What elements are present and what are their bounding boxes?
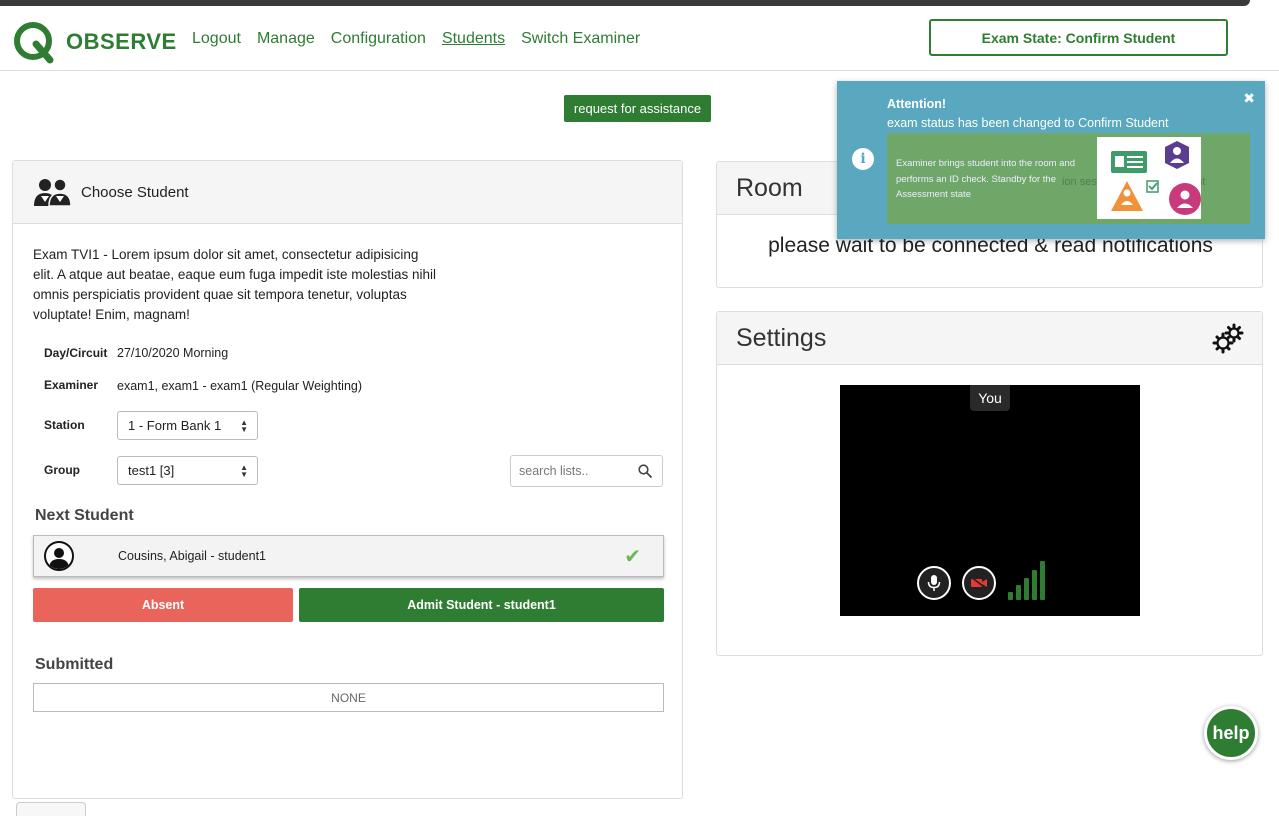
check-icon: ✔ xyxy=(624,546,641,568)
logo-q-icon xyxy=(12,20,56,64)
signal-strength-icon xyxy=(1008,560,1045,600)
camera-off-icon xyxy=(970,576,988,590)
search-placeholder: search lists.. xyxy=(519,464,589,478)
day-circuit-label: Day/Circuit xyxy=(44,346,108,360)
submitted-title: Submitted xyxy=(35,656,114,673)
group-select-value: test1 [3] xyxy=(128,463,175,478)
admit-student-button[interactable]: Admit Student - student1 xyxy=(299,588,664,622)
bottom-tab[interactable] xyxy=(16,802,86,816)
station-select[interactable]: 1 - Form Bank 1 ▲ ▼ xyxy=(117,411,258,440)
video-preview: You xyxy=(840,385,1140,616)
choose-student-panel: Choose Student Exam TVI1 - Lorem ipsum d… xyxy=(12,160,683,799)
day-circuit-value: 27/10/2020 Morning xyxy=(117,346,229,360)
choose-student-header: Choose Student xyxy=(13,161,682,224)
search-input[interactable]: search lists.. xyxy=(510,455,663,487)
exam-state-badge: Exam State: Confirm Student xyxy=(929,19,1228,56)
close-icon[interactable]: ✖ xyxy=(1243,90,1255,107)
nav-manage[interactable]: Manage xyxy=(257,30,315,48)
group-select[interactable]: test1 [3] ▲ ▼ xyxy=(117,456,258,485)
next-student-title: Next Student xyxy=(35,507,134,524)
select-arrows-icon: ▲ ▼ xyxy=(240,463,248,479)
next-student-name: Cousins, Abigail - student1 xyxy=(118,549,267,563)
submitted-list: NONE xyxy=(33,683,664,712)
microphone-button[interactable] xyxy=(917,566,951,600)
nav-configuration[interactable]: Configuration xyxy=(331,30,426,48)
browser-top-strip xyxy=(0,0,1279,8)
station-select-value: 1 - Form Bank 1 xyxy=(128,418,222,433)
toast-title: Attention! xyxy=(887,97,947,111)
settings-panel: Settings You xyxy=(716,311,1263,656)
avatar xyxy=(44,541,74,571)
nav-switch-examiner[interactable]: Switch Examiner xyxy=(521,30,640,48)
station-label: Station xyxy=(44,418,85,432)
video-you-label: You xyxy=(970,385,1010,411)
examiner-value: exam1, exam1 - exam1 (Regular Weighting) xyxy=(117,379,363,393)
exam-description: Exam TVI1 - Lorem ipsum dolor sit amet, … xyxy=(33,247,437,322)
next-student-row[interactable]: Cousins, Abigail - student1 ✔ xyxy=(33,535,664,577)
browser-top-bar xyxy=(0,0,1250,6)
search-icon[interactable] xyxy=(638,464,652,478)
microphone-icon xyxy=(927,575,941,591)
gears-icon[interactable] xyxy=(1212,323,1244,355)
notification-toast: ✖ i Attention! exam status has been chan… xyxy=(837,81,1265,239)
group-label: Group xyxy=(44,463,80,477)
main-nav: Logout Manage Configuration Students Swi… xyxy=(192,30,640,48)
app-header: OBSERVE Logout Manage Configuration Stud… xyxy=(0,8,1279,71)
request-assistance-button[interactable]: request for assistance xyxy=(564,95,711,122)
camera-off-button[interactable] xyxy=(962,566,996,600)
logo[interactable]: OBSERVE xyxy=(12,20,177,64)
select-arrows-icon: ▲ ▼ xyxy=(240,418,248,434)
id-check-illustration xyxy=(1097,137,1201,219)
absent-button[interactable]: Absent xyxy=(33,588,293,622)
settings-title: Settings xyxy=(717,312,1262,365)
nav-logout[interactable]: Logout xyxy=(192,30,241,48)
info-icon: i xyxy=(852,148,874,170)
examiner-label: Examiner xyxy=(44,378,99,392)
toast-banner-text: Examiner brings student into the room an… xyxy=(896,158,1076,200)
toast-message: exam status has been changed to Confirm … xyxy=(887,116,1169,130)
toast-banner: Examiner brings student into the room an… xyxy=(887,133,1250,224)
nav-students[interactable]: Students xyxy=(442,30,505,48)
choose-student-title: Choose Student xyxy=(81,183,189,201)
users-icon xyxy=(34,178,72,207)
logo-text: OBSERVE xyxy=(66,29,177,54)
help-button[interactable]: help xyxy=(1204,706,1258,760)
